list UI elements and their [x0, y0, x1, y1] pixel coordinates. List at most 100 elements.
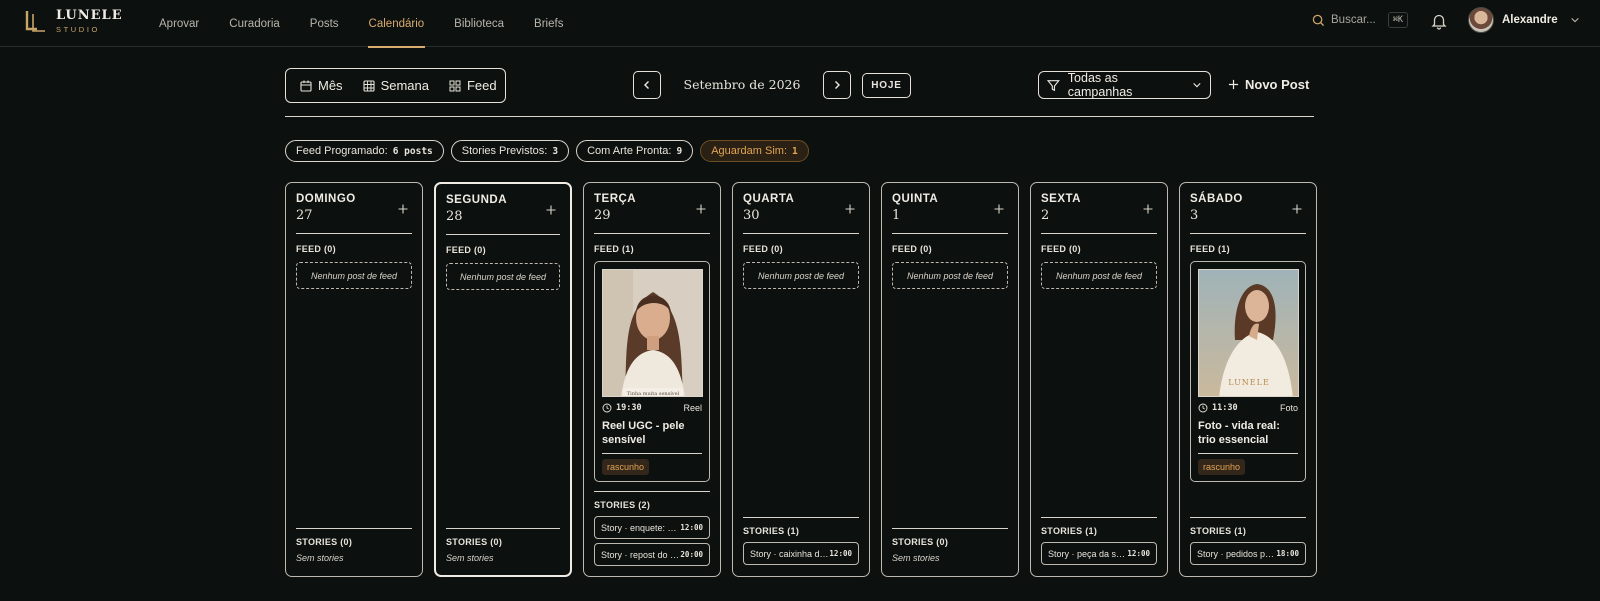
story-item[interactable]: Story · peça da semana 12:00 [1041, 542, 1157, 565]
add-post-plus-icon[interactable] [843, 202, 857, 216]
stat-art-ready: Com Arte Pronta: 9 [576, 140, 694, 162]
search-icon [1312, 14, 1325, 26]
stories-section-label: STORIES (2) [594, 500, 651, 510]
story-title: Story · pedidos pelo direct [1197, 548, 1277, 559]
search-box[interactable]: Buscar... ⌘K [1312, 12, 1408, 28]
status-badge: rascunho [602, 459, 650, 475]
next-period-button[interactable] [823, 71, 851, 99]
toolbar-divider [285, 116, 1314, 117]
previous-period-button[interactable] [633, 71, 661, 99]
post-thumbnail: LUNELE [1198, 269, 1299, 397]
day-number: 30 [743, 208, 760, 223]
nav-posts[interactable]: Posts [295, 0, 354, 47]
day-number: 2 [1041, 208, 1050, 223]
view-feed-label: Feed [466, 78, 497, 93]
campaign-filter-select[interactable]: Todas as campanhas [1038, 71, 1211, 99]
brand-name: LUNELE [56, 8, 123, 23]
user-menu[interactable]: Alexandre [1468, 7, 1580, 33]
post-title: Foto - vida real: trio essencial [1198, 419, 1298, 454]
stories-section-label: STORIES (1) [743, 526, 800, 536]
stories-section: STORIES (1) Story · caixinha de pergunta… [743, 517, 859, 565]
plus-icon [1228, 79, 1239, 90]
nav-biblioteca[interactable]: Biblioteca [439, 0, 519, 47]
day-name: SÁBADO [1190, 193, 1243, 205]
chevron-left-icon [644, 81, 649, 89]
empty-feed-placeholder[interactable]: Nenhum post de feed [296, 262, 412, 289]
stat-label: Aguardam Sim: [711, 145, 788, 157]
grid-table-icon [363, 79, 375, 92]
today-button[interactable]: HOJE [862, 73, 911, 98]
day-number: 28 [446, 209, 463, 224]
calendar-icon [300, 80, 312, 92]
no-stories-text: Sem stories [296, 553, 344, 563]
stories-section: STORIES (2) Story · enquete: pele 12:00 … [594, 491, 710, 566]
status-badge: rascunho [1198, 459, 1246, 475]
empty-feed-placeholder[interactable]: Nenhum post de feed [743, 262, 859, 289]
post-time-value: 19:30 [616, 403, 642, 413]
post-card[interactable]: LUNELE 11:30 Foto Foto - vida real: trio… [1190, 261, 1306, 482]
stat-feed-scheduled: Feed Programado: 6 posts [285, 140, 444, 162]
day-name: SEXTA [1041, 193, 1081, 205]
bell-icon[interactable] [1430, 12, 1448, 30]
story-title: Story · peça da semana [1048, 548, 1128, 559]
post-type: Reel [683, 403, 702, 413]
day-header: QUARTA 30 [743, 183, 859, 234]
search-shortcut: ⌘K [1387, 12, 1408, 28]
stat-awaiting-approval[interactable]: Aguardam Sim: 1 [700, 140, 809, 162]
story-item[interactable]: Story · repost do Reel 20:00 [594, 543, 710, 566]
nav-aprovar[interactable]: Aprovar [144, 0, 214, 47]
day-name: DOMINGO [296, 193, 356, 205]
story-time: 18:00 [1276, 549, 1299, 558]
post-card[interactable]: Tinha muita sensível 19:30 Reel Reel UGC… [594, 261, 710, 482]
portrait-image: Tinha muita sensível [603, 270, 702, 397]
post-meta: 11:30 Foto [1198, 403, 1298, 413]
thumbnail-watermark: LUNELE [1228, 378, 1270, 387]
add-post-plus-icon[interactable] [992, 202, 1006, 216]
feed-section-label: FEED (0) [1041, 244, 1081, 254]
post-type: Foto [1279, 403, 1298, 413]
period-label: Setembro de 2026 [683, 77, 801, 92]
nav-calendario[interactable]: Calendário [354, 0, 440, 48]
empty-feed-placeholder[interactable]: Nenhum post de feed [892, 262, 1008, 289]
day-header: TERÇA 29 [594, 183, 710, 234]
feed-section-label: FEED (1) [594, 244, 634, 254]
post-thumbnail: Tinha muita sensível [602, 269, 703, 397]
add-post-plus-icon[interactable] [1141, 202, 1155, 216]
post-meta: 19:30 Reel [602, 403, 702, 413]
day-header: SEXTA 2 [1041, 183, 1157, 234]
add-post-plus-icon[interactable] [396, 202, 410, 216]
add-post-plus-icon[interactable] [1290, 202, 1304, 216]
add-post-plus-icon[interactable] [544, 203, 558, 217]
nav-curadoria[interactable]: Curadoria [214, 0, 295, 47]
empty-feed-placeholder[interactable]: Nenhum post de feed [1041, 262, 1157, 289]
new-post-button[interactable]: Novo Post [1228, 77, 1309, 92]
day-column-wednesday: QUARTA 30 FEED (0) Nenhum post de feed S… [732, 182, 870, 577]
story-item[interactable]: Story · caixinha de perguntas 12:00 [743, 542, 859, 565]
story-item[interactable]: Story · pedidos pelo direct 18:00 [1190, 542, 1306, 565]
stat-stories-planned: Stories Previstos: 3 [450, 140, 570, 162]
feed-section-label: FEED (0) [296, 244, 336, 254]
thumbnail-caption: Tinha muita sensível [627, 390, 680, 397]
add-post-plus-icon[interactable] [694, 202, 708, 216]
day-name: QUINTA [892, 193, 939, 205]
stat-value: 1 [792, 145, 798, 157]
brand-logo[interactable]: LUNELE STUDIO [24, 9, 123, 34]
day-name: SEGUNDA [446, 194, 508, 206]
stat-label: Feed Programado: [296, 145, 388, 157]
clock-icon [1198, 403, 1208, 413]
stories-section-label: STORIES (1) [1190, 526, 1247, 536]
story-time: 20:00 [680, 550, 703, 559]
empty-feed-placeholder[interactable]: Nenhum post de feed [446, 263, 560, 290]
feed-section-label: FEED (1) [1190, 244, 1230, 254]
no-stories-text: Sem stories [446, 553, 494, 563]
filter-icon [1047, 79, 1060, 91]
new-post-label: Novo Post [1245, 77, 1310, 92]
clock-icon [602, 403, 612, 413]
story-item[interactable]: Story · enquete: pele 12:00 [594, 516, 710, 539]
stat-value: 6 posts [392, 145, 433, 157]
day-header: SEGUNDA 28 [446, 184, 560, 235]
view-week-button[interactable]: Semana [363, 78, 429, 93]
view-feed-button[interactable]: Feed [449, 78, 497, 93]
nav-briefs[interactable]: Briefs [519, 0, 578, 47]
view-month-button[interactable]: Mês [300, 78, 343, 93]
